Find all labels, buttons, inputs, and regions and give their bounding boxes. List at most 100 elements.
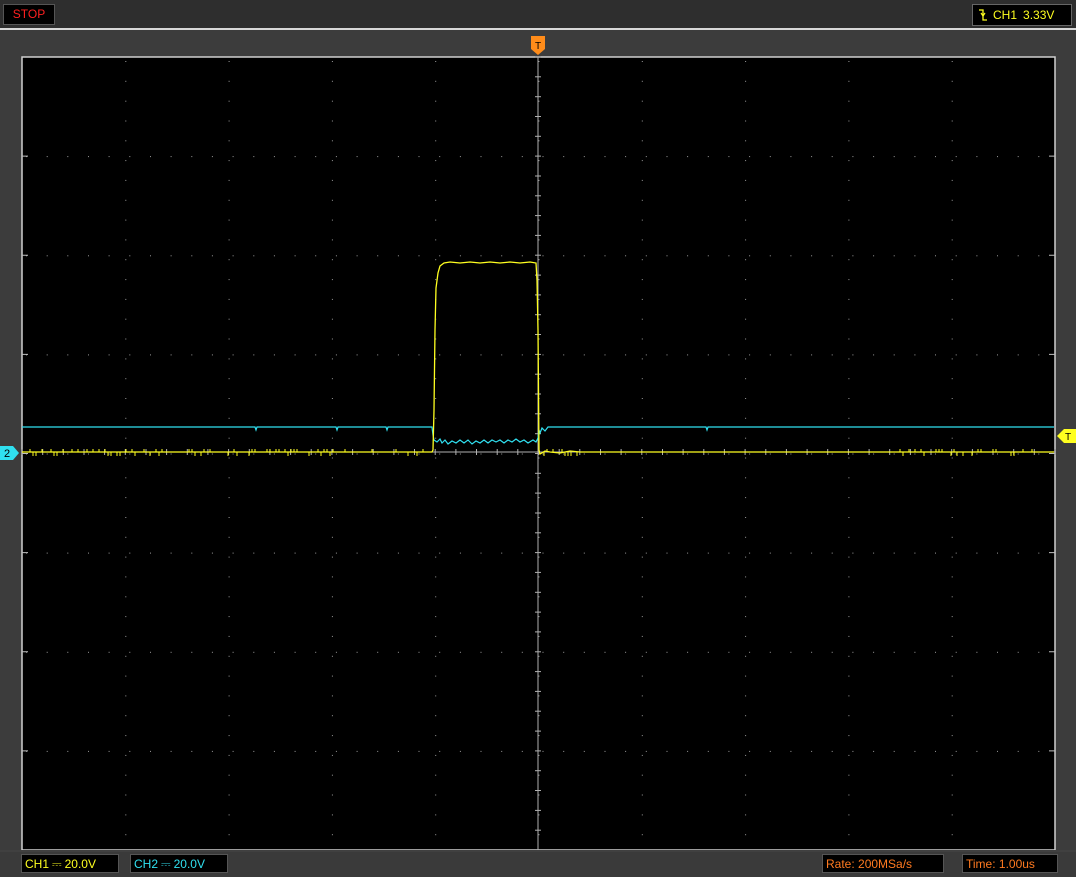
grid-dot	[46, 651, 48, 653]
falling-edge-icon	[979, 9, 987, 21]
grid-dot	[331, 517, 333, 518]
grid-dot	[749, 453, 751, 455]
grid-dot	[831, 750, 833, 752]
grid-dot	[439, 453, 441, 455]
grid-dot	[745, 517, 747, 518]
grid-dot	[745, 239, 747, 241]
grid-dot	[108, 354, 110, 356]
grid-dot	[848, 715, 850, 717]
ch2-ground-marker[interactable]: 2	[0, 446, 19, 460]
grid-dot	[745, 576, 747, 578]
grid-dot	[538, 497, 540, 499]
grid-dot	[893, 156, 895, 158]
grid-dot	[848, 279, 850, 281]
grid-dot	[88, 750, 89, 752]
grid-dot	[687, 552, 689, 554]
ch1-scale-panel[interactable]: CH1 ⎓ 20.0V	[21, 854, 119, 873]
grid-dot	[641, 219, 643, 221]
grid-dot	[150, 354, 151, 356]
grid-dot	[377, 552, 379, 554]
grid-dot	[67, 354, 69, 356]
grid-dot	[955, 156, 957, 158]
grid-dot	[852, 651, 854, 653]
grid-dot	[228, 576, 230, 578]
grid-dot	[88, 156, 89, 158]
grid-dot	[848, 378, 850, 380]
grid-dot	[604, 552, 606, 554]
grid-dot	[852, 354, 854, 356]
grid-dot	[604, 750, 606, 752]
grid-dot	[356, 354, 358, 356]
grid-dot	[331, 735, 333, 737]
grid-dot	[951, 675, 953, 677]
grid-dot	[831, 552, 833, 554]
grid-dot	[253, 354, 255, 356]
grid-dot	[435, 576, 437, 578]
grid-dot	[125, 437, 127, 439]
grid-dot	[951, 437, 953, 439]
grid-dot	[1017, 552, 1019, 554]
timebase-readout[interactable]: Time: 1.00us	[962, 854, 1058, 873]
grid-dot	[331, 457, 333, 459]
run-stop-status[interactable]: STOP	[3, 4, 55, 25]
grid-dot	[331, 61, 333, 62]
grid-dot	[641, 80, 643, 82]
grid-dot	[335, 552, 337, 554]
grid-dot	[356, 453, 358, 455]
grid-dot	[129, 750, 131, 752]
grid-dot	[439, 651, 441, 653]
grid-dot	[538, 140, 540, 142]
grid-dot	[88, 651, 89, 653]
grid-dot	[67, 453, 69, 455]
grid-dot	[125, 160, 127, 162]
grid-dot	[228, 794, 230, 796]
grid-dot	[170, 651, 172, 653]
grid-dot	[331, 616, 333, 618]
grid-dot	[951, 199, 953, 201]
grid-dot	[935, 651, 936, 653]
grid-dot	[125, 576, 127, 578]
grid-dot	[893, 354, 895, 356]
grid-dot	[125, 239, 127, 241]
grid-dot	[728, 255, 730, 257]
grid-dot	[228, 834, 230, 836]
ch2-scale-panel[interactable]: CH2 ⎓ 20.0V	[130, 854, 228, 873]
grid-dot	[848, 358, 850, 360]
trigger-position-marker[interactable]: T	[531, 36, 545, 55]
grid-dot	[228, 754, 230, 756]
grid-dot	[707, 552, 709, 554]
trigger-info-panel[interactable]: CH1 3.33V	[972, 4, 1072, 26]
grid-dot	[67, 255, 69, 257]
grid-dot	[997, 156, 998, 158]
grid-dot	[397, 651, 399, 653]
grid-dot	[480, 552, 482, 554]
grid-dot	[480, 651, 482, 653]
grid-dot	[873, 354, 875, 356]
grid-dot	[687, 255, 689, 257]
grid-dot	[435, 160, 437, 162]
grid-dot	[228, 655, 230, 657]
grid-dot	[538, 556, 540, 558]
grid-dot	[538, 199, 540, 201]
grid-dot	[538, 754, 540, 756]
grid-dot	[951, 596, 953, 598]
grid-dot	[228, 695, 230, 697]
grid-dot	[745, 635, 747, 637]
waveform-display[interactable]: T 2 T	[0, 30, 1076, 850]
trigger-channel: CH1	[993, 8, 1018, 22]
grid-dot	[645, 453, 647, 455]
grid-dot	[125, 338, 127, 340]
grid-dot	[873, 453, 875, 455]
grid-dot	[228, 735, 230, 737]
grid-dot	[687, 453, 689, 455]
grid-dot	[228, 318, 230, 320]
grid-dot	[811, 354, 813, 356]
grid-dot	[976, 453, 978, 455]
grid-dot	[666, 255, 668, 257]
grid-dot	[538, 695, 540, 697]
grid-dot	[563, 156, 565, 158]
grid-dot	[745, 100, 747, 102]
grid-dot	[273, 552, 275, 554]
trigger-level-marker[interactable]: T	[1057, 429, 1076, 443]
grid-dot	[542, 750, 544, 752]
